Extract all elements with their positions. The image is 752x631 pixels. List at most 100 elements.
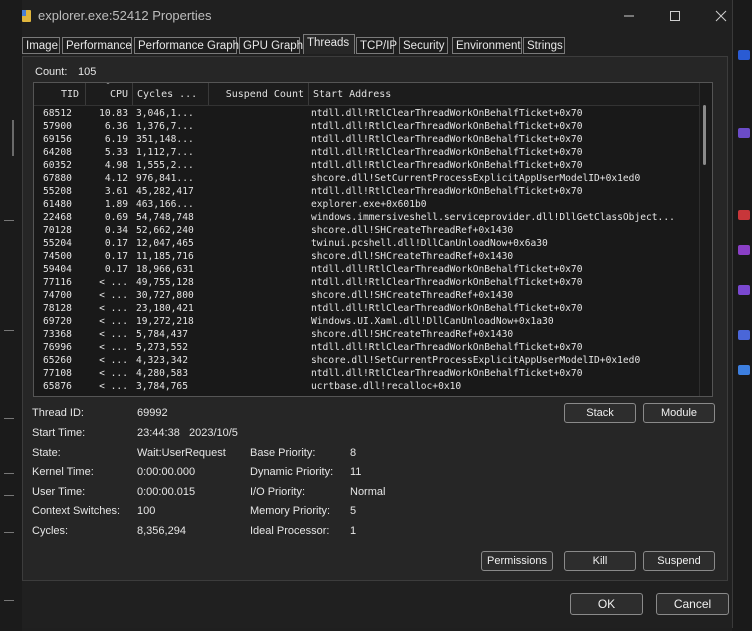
- permissions-button[interactable]: Permissions: [481, 551, 553, 571]
- column-header-cycles[interactable]: Cycles ...: [133, 83, 209, 105]
- thread-start-address: ntdll.dll!RtlClearThreadWorkOnBehalfTick…: [311, 342, 583, 353]
- tab-threads[interactable]: Threads: [303, 34, 355, 54]
- thread-cpu: < ...: [99, 342, 128, 353]
- ok-button[interactable]: OK: [570, 593, 643, 615]
- thread-cycles: 49,755,128: [136, 277, 194, 288]
- context-switches-value: 100: [137, 505, 156, 517]
- module-button[interactable]: Module: [643, 403, 715, 423]
- thread-row[interactable]: 67880 4.12 976,841... shcore.dll!SetCurrent…: [34, 172, 698, 185]
- thread-row[interactable]: 65876 < ... 3,784,765 ucrtbase.dll!recalloc…: [34, 380, 698, 393]
- thread-cpu: 10.83: [99, 108, 128, 119]
- thread-start-address: shcore.dll!SHCreateThreadRef+0x1430: [311, 290, 514, 301]
- column-header-start-address[interactable]: Start Address: [309, 83, 698, 105]
- memory-priority-value: 5: [350, 505, 357, 517]
- thread-row[interactable]: 78128 < ... 23,180,421 ntdll.dll!RtlClearTh…: [34, 302, 698, 315]
- thread-start-address: ntdll.dll!RtlClearThreadWorkOnBehalfTick…: [311, 108, 583, 119]
- column-header-tid[interactable]: TID: [34, 83, 86, 105]
- minimize-button[interactable]: [606, 0, 652, 30]
- thread-tid: 65260: [43, 355, 72, 366]
- thread-tid: 68512: [43, 108, 72, 119]
- thread-tid: 78128: [43, 303, 72, 314]
- column-header-cpu[interactable]: ﹀ CPU: [86, 83, 133, 105]
- thread-count-value: 105: [78, 66, 97, 78]
- tab-gpu-graph[interactable]: GPU Graph: [239, 37, 303, 54]
- thread-row[interactable]: 59404 0.17 18,966,631 ntdll.dll!RtlClearThr…: [34, 263, 698, 276]
- close-button[interactable]: [698, 0, 744, 30]
- thread-tid: 57900: [43, 121, 72, 132]
- thread-row[interactable]: 69720 < ... 19,272,218 Windows.UI.Xaml.dll!…: [34, 315, 698, 328]
- thread-start-address: ntdll.dll!RtlClearThreadWorkOnBehalfTick…: [311, 121, 583, 132]
- io-priority-label: I/O Priority:: [250, 486, 306, 498]
- tab-strip: Image Performance Performance Graph GPU …: [22, 34, 732, 57]
- suspend-button[interactable]: Suspend: [643, 551, 715, 571]
- thread-tid: 60352: [43, 160, 72, 171]
- tab-strings[interactable]: Strings: [523, 37, 565, 54]
- threads-rows: 68512 10.83 3,046,1... ntdll.dll!RtlClearTh…: [34, 107, 698, 393]
- tab-environment[interactable]: Environment: [452, 37, 522, 54]
- threads-list[interactable]: TID ﹀ CPU Cycles ... Suspend Count Start…: [33, 82, 713, 397]
- thread-row[interactable]: 68512 10.83 3,046,1... ntdll.dll!RtlClearTh…: [34, 107, 698, 120]
- maximize-button[interactable]: [652, 0, 698, 30]
- thread-cpu: 0.17: [104, 238, 128, 249]
- thread-tid: 61480: [43, 199, 72, 210]
- thread-cycles: 1,112,7...: [136, 147, 194, 158]
- thread-tid: 77116: [43, 277, 72, 288]
- thread-cycles: 1,555,2...: [136, 160, 194, 171]
- vertical-scrollbar[interactable]: [699, 83, 712, 396]
- thread-row[interactable]: 22468 0.69 54,748,748 windows.immersiveshel…: [34, 211, 698, 224]
- thread-row[interactable]: 55204 0.17 12,047,465 twinui.pcshell.dll!Dl…: [34, 237, 698, 250]
- thread-row[interactable]: 55208 3.61 45,282,417 ntdll.dll!RtlClearThr…: [34, 185, 698, 198]
- thread-row[interactable]: 57900 6.36 1,376,7... ntdll.dll!RtlClearThr…: [34, 120, 698, 133]
- thread-row[interactable]: 70128 0.34 52,662,240 shcore.dll!SHCreateTh…: [34, 224, 698, 237]
- thread-cycles: 4,323,342: [136, 355, 188, 366]
- thread-cpu: 5.33: [104, 147, 128, 158]
- thread-cycles: 3,784,765: [136, 381, 188, 392]
- thread-row[interactable]: 77108 < ... 4,280,583 ntdll.dll!RtlClearThr…: [34, 367, 698, 380]
- kill-button[interactable]: Kill: [564, 551, 636, 571]
- thread-row[interactable]: 65260 < ... 4,323,342 shcore.dll!SetCurrent…: [34, 354, 698, 367]
- tab-tcpip[interactable]: TCP/IP: [356, 37, 397, 54]
- thread-tid: 64208: [43, 147, 72, 158]
- column-header-suspend-count[interactable]: Suspend Count: [209, 83, 309, 105]
- title-bar[interactable]: explorer.exe:52412 Properties: [22, 0, 732, 32]
- thread-row[interactable]: 74700 < ... 30,727,800 shcore.dll!SHCreateT…: [34, 289, 698, 302]
- thread-cycles: 3,046,1...: [136, 108, 194, 119]
- thread-cycles: 4,280,583: [136, 368, 188, 379]
- thread-row[interactable]: 76996 < ... 5,273,552 ntdll.dll!RtlClearThr…: [34, 341, 698, 354]
- cycles-label: Cycles:: [32, 525, 69, 537]
- stack-button[interactable]: Stack: [564, 403, 636, 423]
- tab-image[interactable]: Image: [22, 37, 60, 54]
- thread-start-address: ucrtbase.dll!recalloc+0x10: [311, 381, 462, 392]
- thread-cpu: < ...: [99, 316, 128, 327]
- thread-id-label: Thread ID:: [32, 407, 84, 419]
- thread-cpu: 4.98: [104, 160, 128, 171]
- thread-cpu: 4.12: [104, 173, 128, 184]
- thread-row[interactable]: 69156 6.19 351,148... ntdll.dll!RtlClearThr…: [34, 133, 698, 146]
- scrollbar-thumb[interactable]: [703, 105, 706, 165]
- thread-start-address: ntdll.dll!RtlClearThreadWorkOnBehalfTick…: [311, 134, 583, 145]
- thread-start-address: ntdll.dll!RtlClearThreadWorkOnBehalfTick…: [311, 160, 583, 171]
- thread-row[interactable]: 73368 < ... 5,784,437 shcore.dll!SHCreateTh…: [34, 328, 698, 341]
- window-title: explorer.exe:52412 Properties: [38, 8, 212, 23]
- cancel-button[interactable]: Cancel: [656, 593, 729, 615]
- tab-performance-graph[interactable]: Performance Graph: [134, 37, 239, 54]
- thread-row[interactable]: 77116 < ... 49,755,128 ntdll.dll!RtlClearTh…: [34, 276, 698, 289]
- thread-cycles: 54,748,748: [136, 212, 194, 223]
- properties-window: explorer.exe:52412 Properties Image Perf…: [22, 0, 733, 628]
- thread-cycles: 30,727,800: [136, 290, 194, 301]
- thread-row[interactable]: 60352 4.98 1,555,2... ntdll.dll!RtlClearThr…: [34, 159, 698, 172]
- thread-row[interactable]: 64208 5.33 1,112,7... ntdll.dll!RtlClearThr…: [34, 146, 698, 159]
- thread-cpu: < ...: [99, 368, 128, 379]
- thread-row[interactable]: 74500 0.17 11,185,716 shcore.dll!SHCreateTh…: [34, 250, 698, 263]
- thread-cycles: 19,272,218: [136, 316, 194, 327]
- column-header-cpu-label: CPU: [109, 89, 128, 100]
- tab-security[interactable]: Security: [399, 37, 448, 54]
- tab-performance[interactable]: Performance: [62, 37, 132, 54]
- thread-row[interactable]: 61480 1.89 463,166... explorer.exe+0x601b0: [34, 198, 698, 211]
- thread-cycles: 12,047,465: [136, 238, 194, 249]
- thread-start-address: ntdll.dll!RtlClearThreadWorkOnBehalfTick…: [311, 186, 583, 197]
- thread-cpu: < ...: [99, 303, 128, 314]
- close-icon: [715, 10, 727, 22]
- state-label: State:: [32, 447, 61, 459]
- thread-tid: 69720: [43, 316, 72, 327]
